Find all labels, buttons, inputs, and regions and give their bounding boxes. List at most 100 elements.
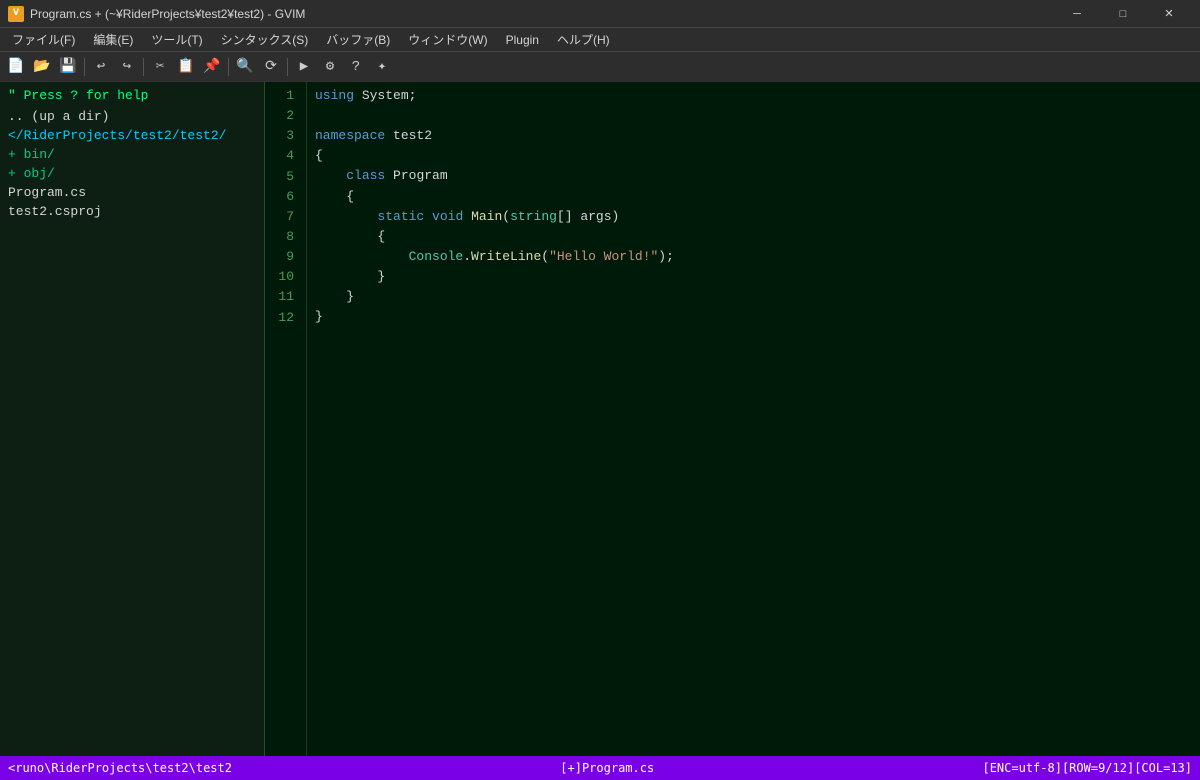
code-token: Main xyxy=(471,209,502,224)
menu-item-b[interactable]: バッファ(B) xyxy=(318,29,398,51)
line-number: 1 xyxy=(265,86,302,106)
code-token: [] args) xyxy=(557,209,619,224)
sidebar-help-text: " Press ? for help xyxy=(0,84,264,107)
code-token: . xyxy=(463,249,471,264)
redo-button[interactable]: ↪ xyxy=(115,55,139,79)
main-area: " Press ? for help .. (up a dir)</RiderP… xyxy=(0,82,1200,756)
file-explorer-sidebar: " Press ? for help .. (up a dir)</RiderP… xyxy=(0,82,265,756)
sidebar-item[interactable]: + bin/ xyxy=(0,145,264,164)
code-line[interactable]: { xyxy=(315,227,1192,247)
code-token: ); xyxy=(658,249,674,264)
code-token xyxy=(463,209,471,224)
menu-item-h[interactable]: ヘルプ(H) xyxy=(549,29,618,51)
code-line[interactable] xyxy=(315,106,1192,126)
code-line[interactable]: { xyxy=(315,146,1192,166)
code-token xyxy=(424,209,432,224)
title-text: Program.cs + (~¥RiderProjects¥test2¥test… xyxy=(30,7,305,21)
sidebar-item[interactable]: .. (up a dir) xyxy=(0,107,264,126)
code-token: void xyxy=(432,209,463,224)
open-file-button[interactable]: 📂 xyxy=(30,55,54,79)
status-encoding: [ENC=utf-8][ROW=9/12][COL=13] xyxy=(982,761,1192,775)
status-bar: <runo\RiderProjects\test2\test2 [+]Progr… xyxy=(0,756,1200,780)
search-button[interactable]: 🔍 xyxy=(233,55,257,79)
maximize-button[interactable]: □ xyxy=(1100,0,1146,28)
code-token: ( xyxy=(541,249,549,264)
settings-button[interactable]: ⚙ xyxy=(318,55,342,79)
toolbar-separator-1 xyxy=(84,58,85,76)
code-token: class xyxy=(346,168,385,183)
toolbar: 📄 📂 💾 ↩ ↪ ✂ 📋 📌 🔍 ⟳ ▶ ⚙ ? ✦ xyxy=(0,52,1200,82)
sidebar-item[interactable]: </RiderProjects/test2/test2/ xyxy=(0,126,264,145)
code-line[interactable]: { xyxy=(315,187,1192,207)
code-token: using xyxy=(315,88,354,103)
menu-bar: ファイル(F)編集(E)ツール(T)シンタックス(S)バッファ(B)ウィンドウ(… xyxy=(0,28,1200,52)
line-number: 3 xyxy=(265,126,302,146)
code-line[interactable]: namespace test2 xyxy=(315,126,1192,146)
sidebar-item[interactable]: + obj/ xyxy=(0,164,264,183)
line-number: 5 xyxy=(265,167,302,187)
run-button[interactable]: ▶ xyxy=(292,55,316,79)
code-token: { xyxy=(315,189,354,204)
line-number: 4 xyxy=(265,146,302,166)
code-token: ( xyxy=(502,209,510,224)
undo-button[interactable]: ↩ xyxy=(89,55,113,79)
menu-item-e[interactable]: 編集(E) xyxy=(85,29,141,51)
title-bar: V Program.cs + (~¥RiderProjects¥test2¥te… xyxy=(0,0,1200,28)
code-token: Console xyxy=(409,249,464,264)
code-token: } xyxy=(315,269,385,284)
new-file-button[interactable]: 📄 xyxy=(4,55,28,79)
line-number: 7 xyxy=(265,207,302,227)
plugin-button[interactable]: ✦ xyxy=(370,55,394,79)
code-token: Program xyxy=(385,168,447,183)
cut-button[interactable]: ✂ xyxy=(148,55,172,79)
line-number: 6 xyxy=(265,187,302,207)
close-button[interactable]: ✕ xyxy=(1146,0,1192,28)
code-line[interactable]: class Program xyxy=(315,166,1192,186)
code-line[interactable]: } xyxy=(315,307,1192,327)
line-number: 11 xyxy=(265,287,302,307)
menu-item-s[interactable]: シンタックス(S) xyxy=(213,29,317,51)
sidebar-item[interactable]: Program.cs xyxy=(0,183,264,202)
code-token: namespace xyxy=(315,128,385,143)
code-line[interactable]: } xyxy=(315,287,1192,307)
code-token: } xyxy=(315,289,354,304)
menu-item-w[interactable]: ウィンドウ(W) xyxy=(400,29,495,51)
status-middle: [+]Program.cs xyxy=(560,761,654,775)
code-editor[interactable]: 123456789101112 using System;namespace t… xyxy=(265,82,1200,756)
replace-button[interactable]: ⟳ xyxy=(259,55,283,79)
code-line[interactable]: } xyxy=(315,267,1192,287)
toolbar-separator-4 xyxy=(287,58,288,76)
line-number: 9 xyxy=(265,247,302,267)
line-numbers: 123456789101112 xyxy=(265,82,307,756)
code-line[interactable]: Console.WriteLine("Hello World!"); xyxy=(315,247,1192,267)
code-token: { xyxy=(315,229,385,244)
code-token xyxy=(315,249,409,264)
status-path: <runo\RiderProjects\test2\test2 xyxy=(8,761,232,775)
help-button[interactable]: ? xyxy=(344,55,368,79)
code-token: "Hello World!" xyxy=(549,249,658,264)
line-number: 2 xyxy=(265,106,302,126)
code-content[interactable]: using System;namespace test2{ class Prog… xyxy=(307,82,1200,756)
menu-item-plugin[interactable]: Plugin xyxy=(498,29,547,51)
paste-button[interactable]: 📌 xyxy=(200,55,224,79)
sidebar-item[interactable]: test2.csproj xyxy=(0,202,264,221)
code-token: System; xyxy=(354,88,416,103)
minimize-button[interactable]: ─ xyxy=(1054,0,1100,28)
window-controls: ─ □ ✕ xyxy=(1054,0,1192,28)
code-token: test2 xyxy=(385,128,432,143)
copy-button[interactable]: 📋 xyxy=(174,55,198,79)
line-number: 8 xyxy=(265,227,302,247)
menu-item-t[interactable]: ツール(T) xyxy=(143,29,210,51)
code-token: string xyxy=(510,209,557,224)
menu-item-f[interactable]: ファイル(F) xyxy=(4,29,83,51)
save-button[interactable]: 💾 xyxy=(56,55,80,79)
toolbar-separator-2 xyxy=(143,58,144,76)
title-bar-left: V Program.cs + (~¥RiderProjects¥test2¥te… xyxy=(8,6,305,22)
code-area[interactable]: 123456789101112 using System;namespace t… xyxy=(265,82,1200,756)
line-number: 10 xyxy=(265,267,302,287)
code-token: WriteLine xyxy=(471,249,541,264)
code-line[interactable]: static void Main(string[] args) xyxy=(315,207,1192,227)
app-icon: V xyxy=(8,6,24,22)
code-line[interactable]: using System; xyxy=(315,86,1192,106)
code-token: static xyxy=(377,209,424,224)
